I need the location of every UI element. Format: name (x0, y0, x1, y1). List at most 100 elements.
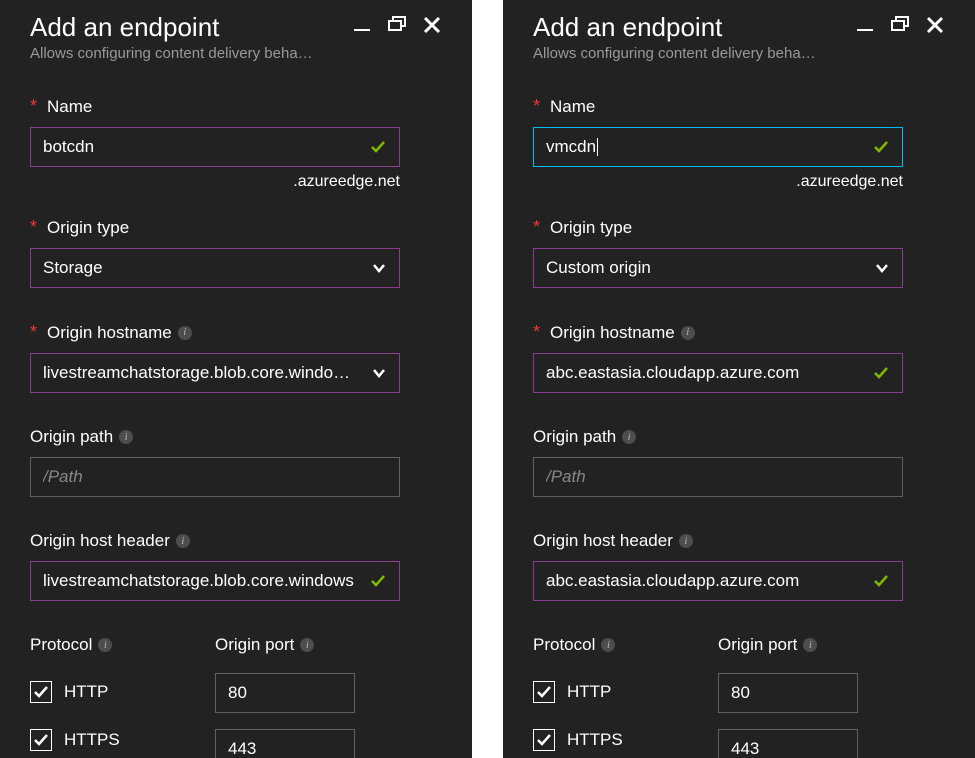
origin-host-header-input[interactable]: abc.eastasia.cloudapp.azure.com (533, 561, 903, 601)
info-icon[interactable]: i (622, 430, 636, 444)
origin-path-field[interactable] (546, 467, 890, 487)
check-icon (369, 572, 387, 590)
name-section: *Name vmcdn .azureedge.net (533, 96, 945, 191)
origin-type-select[interactable]: Storage (30, 248, 400, 288)
name-input[interactable]: botcdn (30, 127, 400, 167)
protocol-col: Protocoli HTTP HTTPS (30, 635, 215, 758)
http-label: HTTP (64, 682, 108, 702)
chevron-down-icon (371, 260, 387, 276)
origin-port-label: Origin porti (718, 635, 903, 655)
close-icon[interactable] (422, 15, 442, 35)
origin-host-header-section: Origin host headeri abc.eastasia.cloudap… (533, 531, 945, 601)
https-checkbox[interactable] (30, 729, 52, 751)
blade-title: Add an endpoint (533, 12, 816, 43)
check-icon (872, 572, 890, 590)
info-icon[interactable]: i (178, 326, 192, 340)
check-icon (369, 138, 387, 156)
window-controls (352, 14, 442, 36)
info-icon[interactable]: i (119, 430, 133, 444)
origin-hostname-input[interactable]: abc.eastasia.cloudapp.azure.com (533, 353, 903, 393)
required-icon: * (533, 217, 540, 238)
name-suffix: .azureedge.net (533, 173, 903, 191)
required-icon: * (30, 217, 37, 238)
origin-port-col: Origin porti 80 443 (215, 635, 400, 758)
info-icon[interactable]: i (803, 638, 817, 652)
origin-path-field[interactable] (43, 467, 387, 487)
origin-path-input[interactable] (533, 457, 903, 497)
blade-subtitle: Allows configuring content delivery beha… (533, 45, 816, 62)
title-wrap: Add an endpoint Allows configuring conte… (533, 8, 816, 62)
origin-port-label: Origin porti (215, 635, 400, 655)
window-controls (855, 14, 945, 36)
origin-hostname-section: *Origin hostnamei abc.eastasia.cloudapp.… (533, 322, 945, 393)
titlebar: Add an endpoint Allows configuring conte… (533, 0, 945, 62)
title-wrap: Add an endpoint Allows configuring conte… (30, 8, 313, 62)
required-icon: * (533, 96, 540, 117)
https-checkbox[interactable] (533, 729, 555, 751)
https-row: HTTPS (533, 729, 718, 751)
origin-path-input[interactable] (30, 457, 400, 497)
http-row: HTTP (533, 681, 718, 703)
info-icon[interactable]: i (679, 534, 693, 548)
blade-right: Add an endpoint Allows configuring conte… (503, 0, 975, 758)
blade-left: Add an endpoint Allows configuring conte… (0, 0, 472, 758)
https-port-input[interactable]: 443 (215, 729, 355, 758)
check-icon (872, 364, 890, 382)
origin-type-select[interactable]: Custom origin (533, 248, 903, 288)
https-row: HTTPS (30, 729, 215, 751)
http-port-input[interactable]: 80 (718, 673, 858, 713)
protocol-label: Protocoli (533, 635, 718, 655)
origin-host-header-section: Origin host headeri livestreamchatstorag… (30, 531, 442, 601)
check-icon (872, 138, 890, 156)
https-label: HTTPS (64, 730, 120, 750)
info-icon[interactable]: i (681, 326, 695, 340)
required-icon: * (30, 96, 37, 117)
info-icon[interactable]: i (601, 638, 615, 652)
required-icon: * (533, 322, 540, 343)
https-port-input[interactable]: 443 (718, 729, 858, 758)
origin-path-section: Origin pathi (533, 427, 945, 497)
https-label: HTTPS (567, 730, 623, 750)
origin-type-label: *Origin type (533, 217, 945, 238)
origin-type-section: *Origin type Custom origin (533, 217, 945, 288)
text-cursor (597, 138, 598, 156)
chevron-down-icon (371, 365, 387, 381)
close-icon[interactable] (925, 15, 945, 35)
info-icon[interactable]: i (98, 638, 112, 652)
blade-title: Add an endpoint (30, 12, 313, 43)
titlebar: Add an endpoint Allows configuring conte… (30, 0, 442, 62)
http-port-input[interactable]: 80 (215, 673, 355, 713)
origin-host-header-label: Origin host headeri (533, 531, 945, 551)
maximize-icon[interactable] (889, 14, 911, 36)
origin-path-section: Origin pathi (30, 427, 442, 497)
protocol-row: Protocoli HTTP HTTPS Origin porti 80 443 (533, 635, 903, 758)
http-label: HTTP (567, 682, 611, 702)
origin-path-label: Origin pathi (30, 427, 442, 447)
origin-hostname-select[interactable]: livestreamchatstorage.blob.core.windo… (30, 353, 400, 393)
minimize-icon[interactable] (855, 15, 875, 35)
origin-path-label: Origin pathi (533, 427, 945, 447)
protocol-row: Protocoli HTTP HTTPS Origin porti 80 443 (30, 635, 400, 758)
name-suffix: .azureedge.net (30, 173, 400, 191)
minimize-icon[interactable] (352, 15, 372, 35)
origin-type-section: *Origin type Storage (30, 217, 442, 288)
http-row: HTTP (30, 681, 215, 703)
origin-host-header-input[interactable]: livestreamchatstorage.blob.core.windows (30, 561, 400, 601)
protocol-label: Protocoli (30, 635, 215, 655)
protocol-col: Protocoli HTTP HTTPS (533, 635, 718, 758)
origin-type-label: *Origin type (30, 217, 442, 238)
http-checkbox[interactable] (533, 681, 555, 703)
maximize-icon[interactable] (386, 14, 408, 36)
name-input[interactable]: vmcdn (533, 127, 903, 167)
http-checkbox[interactable] (30, 681, 52, 703)
chevron-down-icon (874, 260, 890, 276)
origin-hostname-label: *Origin hostnamei (533, 322, 945, 343)
info-icon[interactable]: i (300, 638, 314, 652)
name-label: *Name (533, 96, 945, 117)
info-icon[interactable]: i (176, 534, 190, 548)
name-section: *Name botcdn .azureedge.net (30, 96, 442, 191)
origin-hostname-label: *Origin hostnamei (30, 322, 442, 343)
origin-hostname-section: *Origin hostnamei livestreamchatstorage.… (30, 322, 442, 393)
required-icon: * (30, 322, 37, 343)
origin-port-col: Origin porti 80 443 (718, 635, 903, 758)
